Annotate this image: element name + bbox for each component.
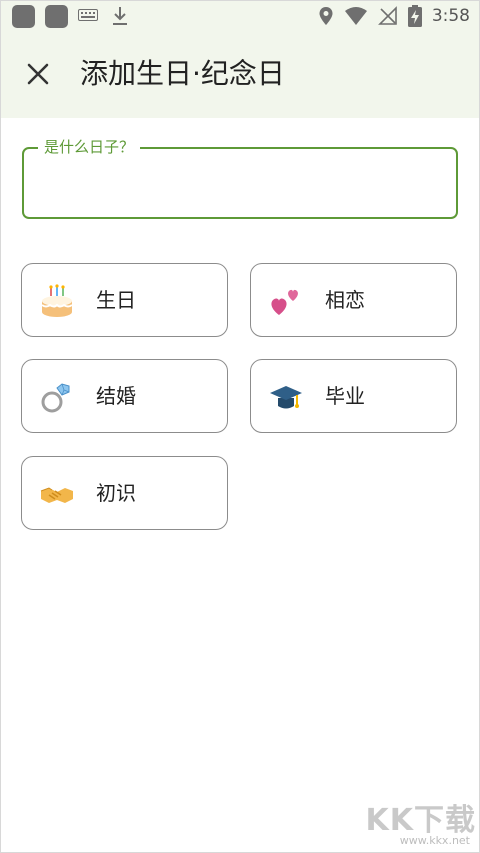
app-bar: 添加生日·纪念日 bbox=[0, 32, 480, 118]
app-notification-icon bbox=[12, 5, 35, 28]
handshake-icon bbox=[40, 487, 73, 503]
no-signal-icon bbox=[377, 6, 397, 25]
location-icon bbox=[319, 7, 333, 25]
day-name-field[interactable]: 是什么日子？ bbox=[22, 137, 458, 219]
option-label: 生日 bbox=[96, 288, 136, 312]
status-bar: 3:58 bbox=[0, 0, 480, 32]
option-label: 毕业 bbox=[325, 384, 365, 408]
download-icon bbox=[113, 7, 127, 25]
keyboard-icon bbox=[78, 9, 98, 21]
option-first-meet[interactable]: 初识 bbox=[21, 456, 228, 530]
battery-charging-icon bbox=[407, 5, 422, 27]
close-icon bbox=[27, 63, 49, 85]
option-label: 结婚 bbox=[96, 384, 136, 408]
watermark-site: www.kkx.net bbox=[399, 834, 470, 847]
app-notification-icon bbox=[45, 5, 68, 28]
clock-time: 3:58 bbox=[431, 6, 470, 26]
wifi-icon bbox=[344, 7, 367, 25]
option-label: 初识 bbox=[96, 481, 136, 505]
ring-icon bbox=[41, 383, 70, 413]
watermark-brand: KK下载 bbox=[365, 803, 476, 838]
option-marriage[interactable]: 结婚 bbox=[21, 359, 228, 433]
day-name-label: 是什么日子？ bbox=[38, 137, 141, 157]
close-button[interactable] bbox=[18, 54, 58, 94]
option-love[interactable]: 相恋 bbox=[250, 263, 457, 337]
option-label: 相恋 bbox=[325, 288, 365, 312]
page-title: 添加生日·纪念日 bbox=[80, 57, 285, 90]
graduation-cap-icon bbox=[270, 386, 302, 409]
watermark: KK下载 www.kkx.net bbox=[356, 795, 476, 847]
day-name-input[interactable] bbox=[38, 167, 442, 199]
option-birthday[interactable]: 生日 bbox=[21, 263, 228, 337]
birthday-cake-icon bbox=[41, 284, 73, 317]
option-graduation[interactable]: 毕业 bbox=[250, 359, 457, 433]
two-hearts-icon bbox=[271, 289, 298, 315]
